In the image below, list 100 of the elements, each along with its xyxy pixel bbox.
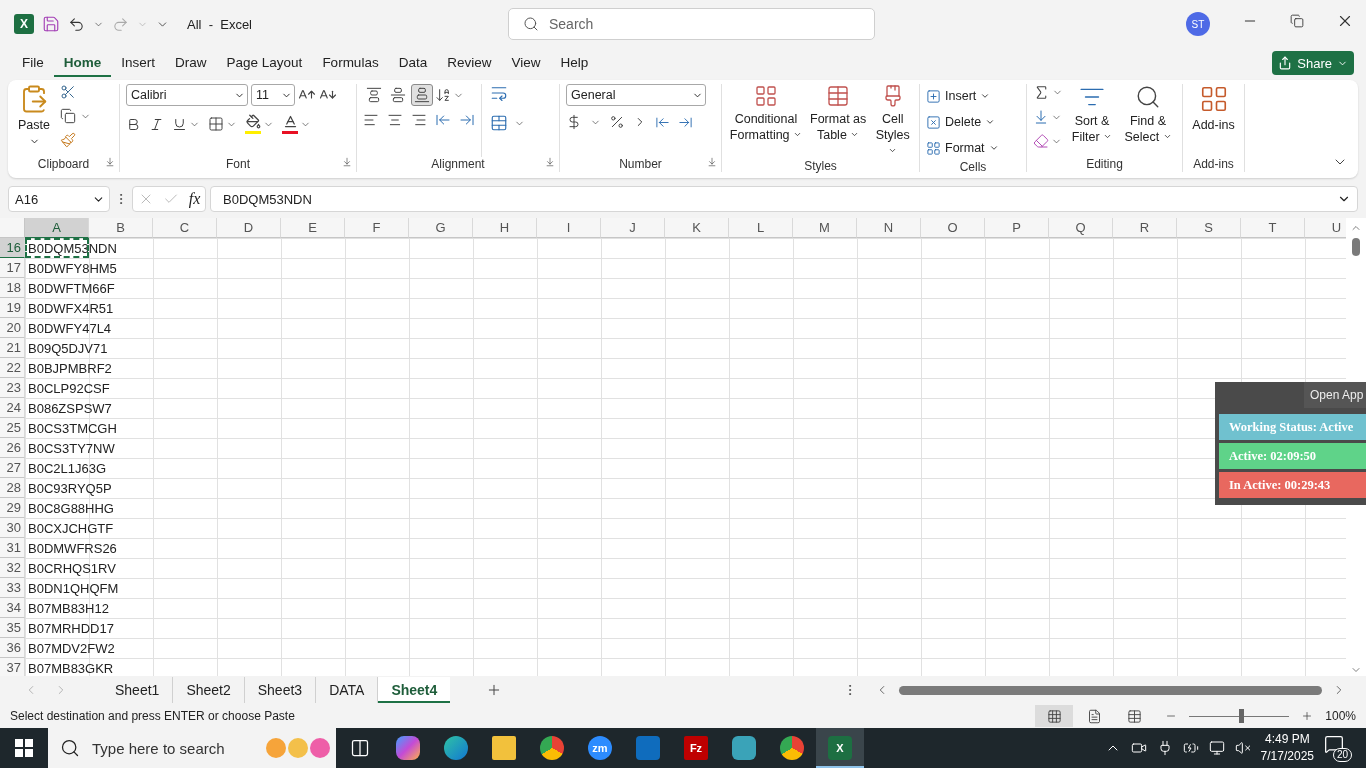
merge-icon[interactable]: [490, 114, 508, 132]
battery-icon[interactable]: [1182, 740, 1199, 756]
row-header[interactable]: 23: [0, 378, 25, 398]
open-app-button[interactable]: Open App: [1304, 382, 1366, 408]
cells-button[interactable]: Insert: [926, 84, 1020, 108]
taskbar-search-field[interactable]: Type here to search: [48, 728, 336, 768]
column-header[interactable]: L: [729, 218, 793, 238]
dialog-launcher-icon[interactable]: [707, 157, 717, 167]
menu-tab[interactable]: Insert: [111, 49, 166, 77]
orientation-icon[interactable]: [435, 87, 451, 103]
menu-tab[interactable]: Review: [437, 49, 502, 77]
clear-icon[interactable]: [1033, 133, 1049, 149]
styles-button[interactable]: Cell Styles: [872, 84, 913, 159]
row-header[interactable]: 22: [0, 358, 25, 378]
cube-icon[interactable]: [732, 736, 756, 760]
styles-button[interactable]: Conditional Formatting: [728, 84, 804, 159]
menu-tab[interactable]: Draw: [165, 49, 217, 77]
clock[interactable]: 4:49 PM 7/17/2025: [1260, 731, 1314, 765]
formula-field[interactable]: B0DQM53NDN: [210, 186, 1358, 212]
save-icon[interactable]: [42, 15, 60, 33]
spreadsheet-app-icon[interactable]: X: [828, 736, 852, 760]
row-header[interactable]: 24: [0, 398, 25, 418]
menu-tab[interactable]: Data: [388, 49, 438, 77]
editing-button[interactable]: Find & Select: [1121, 84, 1175, 157]
currency-icon[interactable]: [566, 114, 582, 130]
row-header[interactable]: 31: [0, 538, 25, 558]
row-header[interactable]: 26: [0, 438, 25, 458]
task-view-icon[interactable]: [350, 738, 370, 758]
decrease-indent-icon[interactable]: [435, 112, 451, 128]
column-header[interactable]: I: [537, 218, 601, 238]
fill-color-icon[interactable]: [245, 114, 261, 134]
copilot-icon[interactable]: [396, 736, 420, 760]
menu-tab[interactable]: Home: [53, 49, 112, 77]
cells-button[interactable]: Format: [926, 136, 1020, 160]
notifications-button[interactable]: 20: [1324, 734, 1352, 762]
row-header[interactable]: 32: [0, 558, 25, 578]
column-header[interactable]: F: [345, 218, 409, 238]
cut-icon[interactable]: [60, 84, 76, 100]
row-header[interactable]: 30: [0, 518, 25, 538]
increase-indent-icon[interactable]: [459, 112, 475, 128]
fill-icon[interactable]: [1033, 109, 1049, 125]
column-header[interactable]: R: [1113, 218, 1177, 238]
scrollbar-thumb[interactable]: [899, 685, 1322, 695]
column-header[interactable]: S: [1177, 218, 1241, 238]
sheet-tab[interactable]: Sheet3: [244, 677, 317, 703]
italic-icon[interactable]: [149, 116, 164, 132]
align-right-icon[interactable]: [411, 112, 427, 128]
copy-icon[interactable]: [60, 108, 76, 124]
row-header[interactable]: 33: [0, 578, 25, 598]
menu-tab[interactable]: Help: [550, 49, 599, 77]
browser-icon[interactable]: [444, 736, 468, 760]
column-header[interactable]: M: [793, 218, 857, 238]
percent-icon[interactable]: [609, 114, 625, 130]
row-header[interactable]: 16: [0, 238, 25, 258]
column-header[interactable]: A: [25, 218, 89, 238]
column-header[interactable]: O: [921, 218, 985, 238]
align-center-icon[interactable]: [387, 112, 403, 128]
styles-button[interactable]: Format as Table: [809, 84, 867, 159]
format-painter-icon[interactable]: [60, 132, 76, 148]
font-name-dropdown[interactable]: Calibri: [126, 84, 248, 106]
browser-icon[interactable]: [780, 736, 804, 760]
column-header[interactable]: B: [89, 218, 153, 238]
number-format-dropdown[interactable]: General: [566, 84, 706, 106]
sheet-tab[interactable]: Sheet1: [102, 677, 174, 703]
menu-tab[interactable]: View: [501, 49, 551, 77]
column-header[interactable]: N: [857, 218, 921, 238]
account-avatar[interactable]: ST: [1186, 12, 1210, 36]
align-icon[interactable]: [411, 84, 433, 106]
font-color-icon[interactable]: [282, 114, 298, 134]
row-header[interactable]: 35: [0, 618, 25, 638]
restore-icon[interactable]: [1290, 14, 1304, 28]
undo-icon[interactable]: [68, 15, 85, 33]
row-header[interactable]: 21: [0, 338, 25, 358]
menu-tab[interactable]: Page Layout: [216, 49, 313, 77]
sheet-tab[interactable]: Sheet2: [173, 677, 245, 703]
row-header[interactable]: 25: [0, 418, 25, 438]
column-header[interactable]: P: [985, 218, 1049, 238]
column-header[interactable]: C: [153, 218, 217, 238]
borders-icon[interactable]: [208, 116, 224, 132]
share-button[interactable]: Share: [1272, 51, 1354, 75]
dialog-launcher-icon[interactable]: [105, 157, 115, 167]
column-header[interactable]: G: [409, 218, 473, 238]
wrap-text-icon[interactable]: [490, 84, 508, 102]
zoom-in-icon[interactable]: [1301, 710, 1314, 722]
network-icon[interactable]: [1208, 740, 1225, 756]
cells-button[interactable]: Delete: [926, 110, 1020, 134]
column-header[interactable]: T: [1241, 218, 1305, 238]
font-size-dropdown[interactable]: 11: [251, 84, 295, 106]
column-header[interactable]: U: [1305, 218, 1346, 238]
column-header[interactable]: J: [601, 218, 665, 238]
row-header[interactable]: 17: [0, 258, 25, 278]
editing-button[interactable]: Sort & Filter: [1069, 84, 1115, 157]
row-header[interactable]: 34: [0, 598, 25, 618]
column-header[interactable]: E: [281, 218, 345, 238]
row-header[interactable]: 18: [0, 278, 25, 298]
bold-icon[interactable]: [126, 116, 141, 132]
search-field[interactable]: Search: [508, 8, 875, 40]
column-header[interactable]: H: [473, 218, 537, 238]
insert-function-button[interactable]: fx: [188, 190, 201, 208]
name-box[interactable]: A16: [8, 186, 110, 212]
